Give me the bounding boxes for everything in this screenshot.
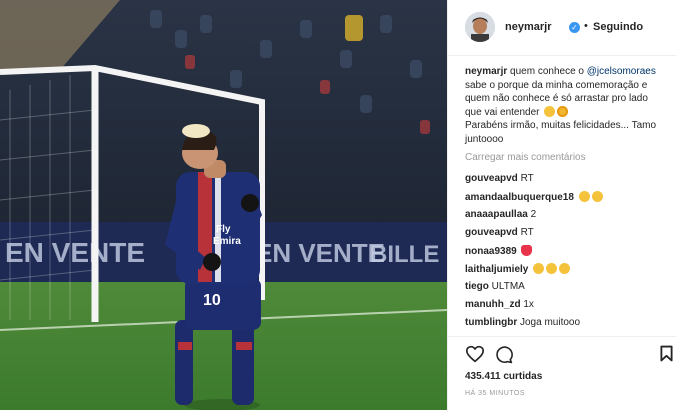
caption-username[interactable]: neymarjr xyxy=(465,66,507,77)
comment-username[interactable]: tiego xyxy=(465,281,489,292)
load-more-comments-link[interactable]: Carregar mais comentários xyxy=(465,152,586,163)
laughing-emoji xyxy=(533,263,545,274)
comment-text xyxy=(517,246,520,257)
comment-row: tumblingbr Joga muitooo xyxy=(465,317,580,328)
separator-dot: • xyxy=(584,20,588,32)
post-timestamp[interactable]: HÁ 35 MINUTOS xyxy=(465,390,525,397)
comment-username[interactable]: gouveapvd xyxy=(465,227,518,238)
svg-text:BILLE: BILLE xyxy=(370,241,439,268)
post-sidebar: neymarjr ✓ • Seguindo neymarjr quem conh… xyxy=(447,0,676,412)
caption-line-2: Parabéns irmão, muitas felicidades... Ta… xyxy=(465,120,657,145)
comment-text: RT xyxy=(517,173,534,184)
laughing-emoji xyxy=(544,105,556,117)
bookmark-icon[interactable] xyxy=(660,345,673,362)
comment-username[interactable]: tumblingbr xyxy=(465,317,517,328)
comment-text: Joga muitooo xyxy=(517,317,581,328)
comment-username[interactable]: amandaalbuquerque18 xyxy=(465,192,574,203)
comment-username[interactable]: gouveapvd xyxy=(465,173,518,184)
author-username[interactable]: neymarjr xyxy=(505,21,551,33)
sad-face-emoji xyxy=(591,191,603,202)
laughing-emoji xyxy=(559,263,571,274)
comment-icon[interactable] xyxy=(494,345,513,364)
comment-row: gouveapvd RT xyxy=(465,227,534,238)
sweat-smile-emoji xyxy=(557,105,569,117)
comment-username[interactable]: anaaapaullaa xyxy=(465,209,528,220)
comment-row: nonaa9389 xyxy=(465,245,533,257)
photo-soccer-player-icon: EN VENTE EN VENTE BILLE 10 Fly Emira xyxy=(0,0,447,410)
comment-row: anaaapaullaa 2 xyxy=(465,209,536,220)
comment-text xyxy=(574,192,577,203)
svg-text:10: 10 xyxy=(203,292,221,309)
caption-mention-link[interactable]: @jcelsomoraes xyxy=(587,66,656,77)
comment-row: amandaalbuquerque18 xyxy=(465,191,603,203)
comment-row: tiego ULTMA xyxy=(465,281,525,292)
verified-badge-icon: ✓ xyxy=(569,22,580,33)
post-header: neymarjr ✓ • Seguindo xyxy=(448,0,676,56)
comment-text: ULTMA xyxy=(488,281,525,292)
caption-text-before: quem conhece o xyxy=(507,66,587,77)
post-actions: 435.411 curtidas HÁ 35 MINUTOS xyxy=(448,336,676,412)
heart-icon[interactable] xyxy=(465,345,485,363)
comment-row: manuhh_zd 1x xyxy=(465,299,534,310)
comment-text xyxy=(528,264,531,275)
follow-button[interactable]: Seguindo xyxy=(593,21,643,33)
sad-face-emoji xyxy=(578,191,590,202)
comment-text: RT xyxy=(517,227,534,238)
likes-count[interactable]: 435.411 curtidas xyxy=(465,371,542,382)
comment-text: 2 xyxy=(527,209,537,220)
svg-text:Emira: Emira xyxy=(213,236,241,247)
avatar-face-icon xyxy=(465,12,495,42)
comment-username[interactable]: laithaljumiely xyxy=(465,264,528,275)
svg-text:EN VENTE: EN VENTE xyxy=(5,237,145,268)
laughing-emoji xyxy=(546,263,558,274)
svg-text:Fly: Fly xyxy=(216,224,231,235)
post-caption: neymarjr quem conhece o @jcelsomoraes sa… xyxy=(465,65,665,146)
comment-username[interactable]: nonaa9389 xyxy=(465,246,517,257)
comment-username[interactable]: manuhh_zd xyxy=(465,299,521,310)
heart-eyes-emoji xyxy=(521,245,533,256)
svg-text:EN VENTE: EN VENTE xyxy=(255,238,385,268)
comment-row: laithaljumiely xyxy=(465,263,571,275)
comment-text: 1x xyxy=(520,299,534,310)
comment-row: gouveapvd RT xyxy=(465,173,534,184)
post-photo[interactable]: EN VENTE EN VENTE BILLE 10 Fly Emira xyxy=(0,0,447,410)
avatar[interactable] xyxy=(465,12,495,42)
